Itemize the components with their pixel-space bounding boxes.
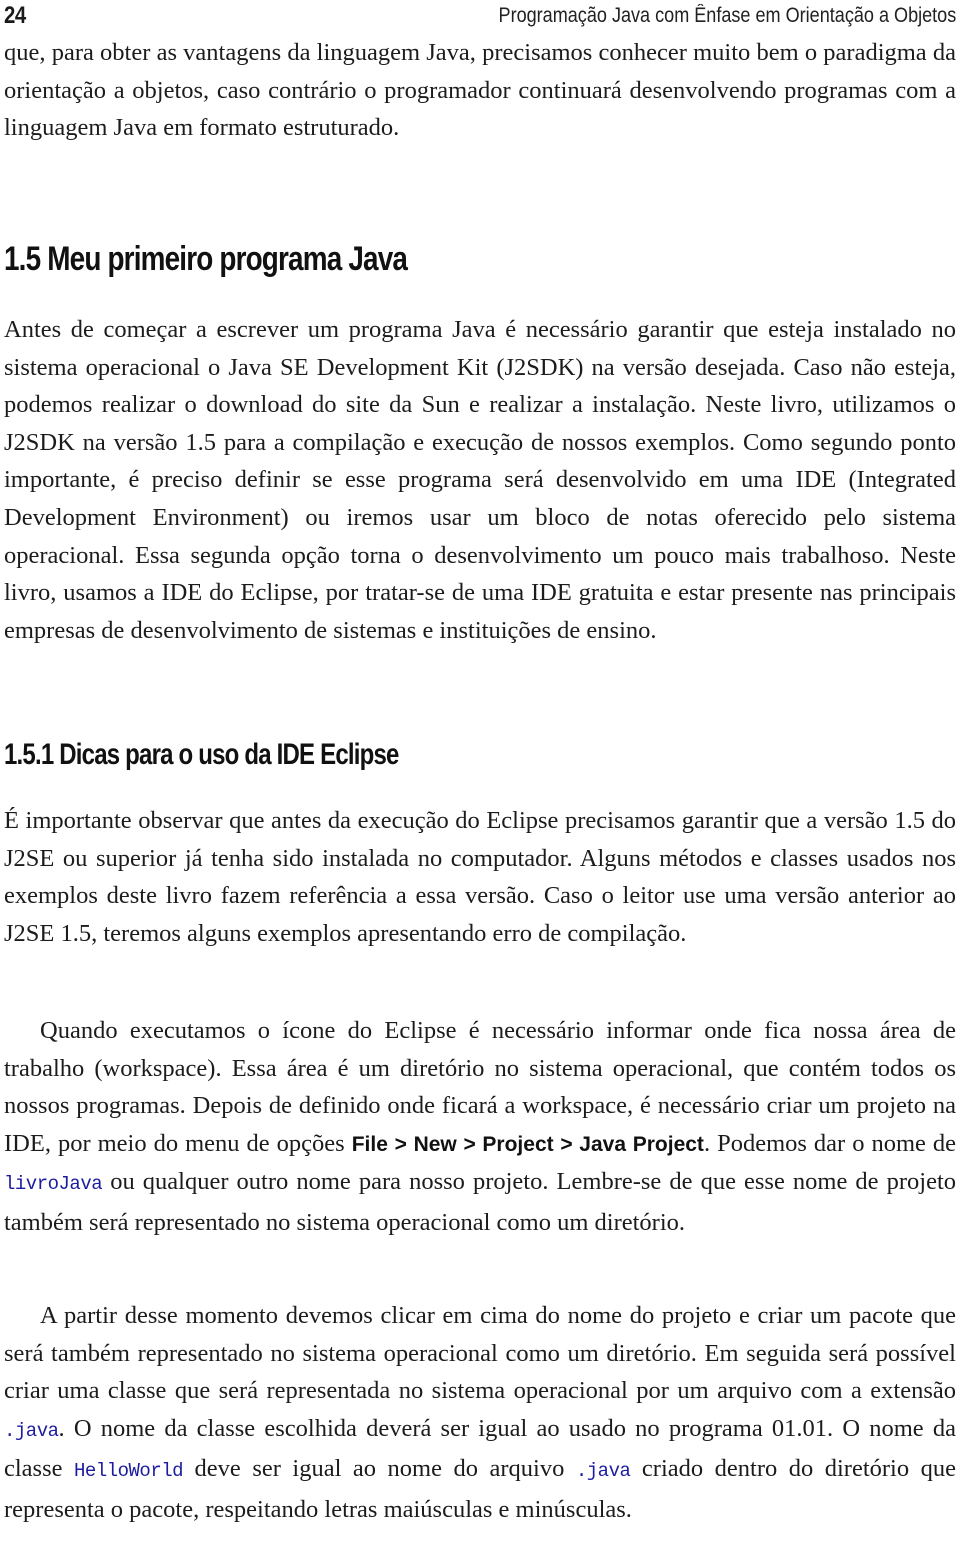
java-extension-code: .java xyxy=(575,1460,631,1483)
project-name-code: livroJava xyxy=(4,1173,103,1196)
section-1-5-1-paragraph-1: É importante observar que antes da execu… xyxy=(4,807,956,947)
section-1-5-1-paragraph-3: A partir desse momento devemos clicar em… xyxy=(4,1297,956,1529)
section-heading-1-5: 1.5 Meu primeiro programa Java xyxy=(4,240,408,278)
class-name-code: HelloWorld xyxy=(74,1460,184,1483)
text-run: ou qualquer outro nome para nosso projet… xyxy=(4,1168,956,1236)
section-1-5-paragraph: Antes de começar a escrever um programa … xyxy=(4,316,956,644)
running-header: 24 Programação Java com Ênfase em Orient… xyxy=(4,2,956,36)
text-run: A partir desse momento devemos clicar em… xyxy=(4,1302,956,1405)
section-heading-1-5-1: 1.5.1 Dicas para o uso da IDE Eclipse xyxy=(4,738,399,771)
running-title: Programação Java com Ênfase em Orientaçã… xyxy=(498,4,956,27)
java-extension-code: .java xyxy=(4,1419,59,1442)
intro-paragraph: que, para obter as vantagens da linguage… xyxy=(4,39,956,142)
section-1-5-1-paragraph-2: Quando executamos o ícone do Eclipse é n… xyxy=(4,1012,956,1242)
text-run: . Podemos dar o nome de xyxy=(703,1129,957,1157)
page-number: 24 xyxy=(4,2,26,29)
menu-path: File > New > Project > Java Project xyxy=(351,1132,704,1156)
text-run: deve ser igual ao nome do arquivo xyxy=(183,1455,576,1483)
